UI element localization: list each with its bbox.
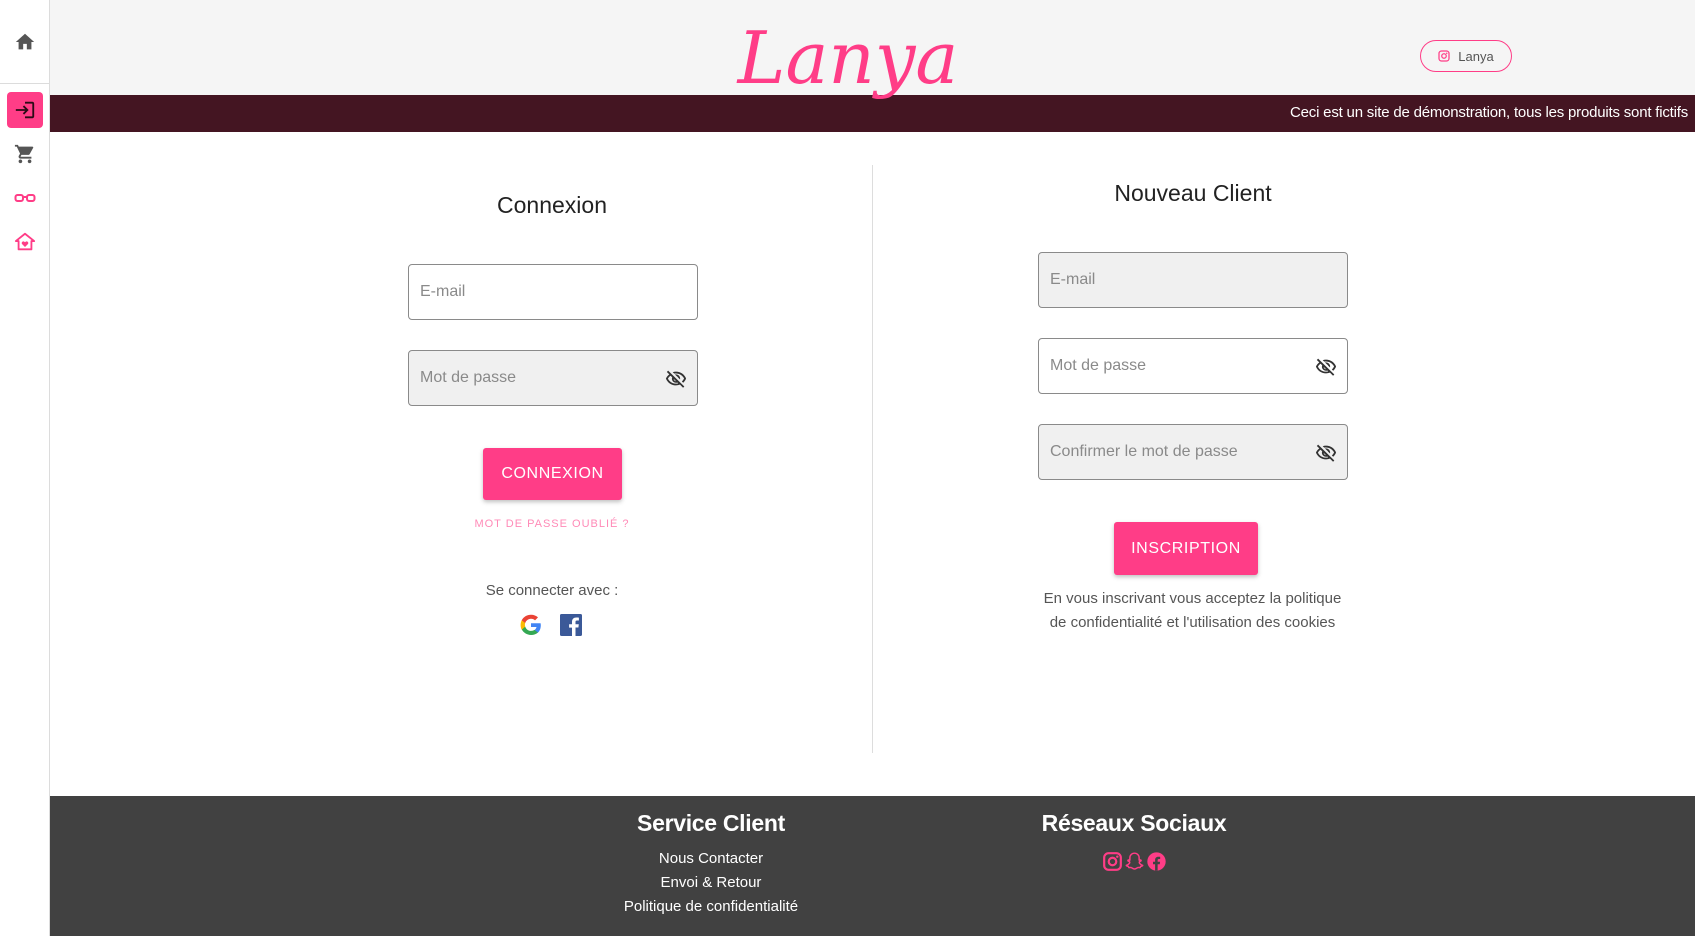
rail-home-area	[0, 0, 49, 84]
register-title: Nouveau Client	[1114, 180, 1272, 206]
brand-logo[interactable]: Lanya	[728, 0, 968, 116]
cart-icon	[14, 144, 33, 164]
social-login-label: Se connecter avec :	[485, 582, 619, 599]
home-icon	[15, 33, 34, 49]
register-password-field[interactable]: Mot de passe	[1038, 338, 1348, 394]
facebook-icon[interactable]	[1146, 851, 1167, 872]
banner-text: Ceci est un site de démonstration, tous …	[1290, 104, 1689, 121]
home-button[interactable]	[7, 24, 43, 60]
instagram-link[interactable]: Lanya	[1420, 40, 1512, 72]
register-email-placeholder: E-mail	[1050, 271, 1096, 288]
register-confirm-field[interactable]: Confirmer le mot de passe	[1038, 424, 1348, 480]
register-confirm-placeholder: Confirmer le mot de passe	[1050, 443, 1238, 460]
footer-social-title: Réseaux Sociaux	[1041, 810, 1227, 836]
glasses-button[interactable]	[7, 180, 43, 216]
snapchat-icon[interactable]	[1124, 851, 1145, 872]
footer-service-column: Service Client Nous Contacter Envoi & Re…	[561, 810, 861, 919]
house-heart-icon	[14, 232, 35, 251]
house-heart-button[interactable]	[7, 224, 43, 260]
login-password-placeholder: Mot de passe	[420, 369, 517, 386]
forgot-password-link[interactable]: MOT DE PASSE OUBLIÉ ?	[452, 518, 652, 530]
login-button[interactable]	[6, 92, 43, 128]
footer-link-privacy[interactable]: Politique de confidentialité	[561, 895, 861, 919]
login-title: Connexion	[497, 192, 607, 218]
login-email-placeholder: E-mail	[420, 283, 466, 300]
column-divider	[872, 165, 873, 753]
site-footer: Service Client Nous Contacter Envoi & Re…	[50, 796, 1695, 936]
terms-line-2: de confidentialité et l'utilisation des …	[1049, 614, 1336, 631]
login-icon	[15, 101, 34, 119]
logo-text: Lanya	[736, 16, 959, 100]
eye-off-icon[interactable]	[665, 368, 687, 390]
facebook-icon[interactable]	[559, 613, 583, 637]
footer-link-shipping[interactable]: Envoi & Retour	[561, 871, 861, 895]
terms-line-1: En vous inscrivant vous acceptez la poli…	[1043, 590, 1342, 607]
side-rail	[0, 0, 50, 936]
glasses-icon	[14, 194, 35, 202]
google-icon[interactable]	[519, 613, 543, 637]
login-submit-button[interactable]: CONNEXION	[483, 448, 622, 500]
instagram-label: Lanya	[1458, 48, 1494, 64]
footer-social-icons	[984, 851, 1284, 872]
social-login-buttons	[519, 613, 583, 637]
register-password-placeholder: Mot de passe	[1050, 357, 1147, 374]
login-password-field[interactable]: Mot de passe	[408, 350, 698, 406]
register-email-field[interactable]: E-mail	[1038, 252, 1348, 308]
footer-service-title: Service Client	[637, 810, 785, 836]
footer-link-contact[interactable]: Nous Contacter	[561, 847, 861, 871]
eye-off-icon[interactable]	[1315, 356, 1337, 378]
cart-button[interactable]	[7, 136, 43, 172]
instagram-icon	[1438, 50, 1450, 62]
register-terms: En vous inscrivant vous acceptez la poli…	[1020, 587, 1365, 635]
footer-social-column: Réseaux Sociaux	[984, 810, 1284, 872]
instagram-icon[interactable]	[1102, 851, 1123, 872]
register-submit-button[interactable]: INSCRIPTION	[1114, 522, 1258, 575]
login-email-field[interactable]: E-mail	[408, 264, 698, 320]
eye-off-icon[interactable]	[1315, 442, 1337, 464]
